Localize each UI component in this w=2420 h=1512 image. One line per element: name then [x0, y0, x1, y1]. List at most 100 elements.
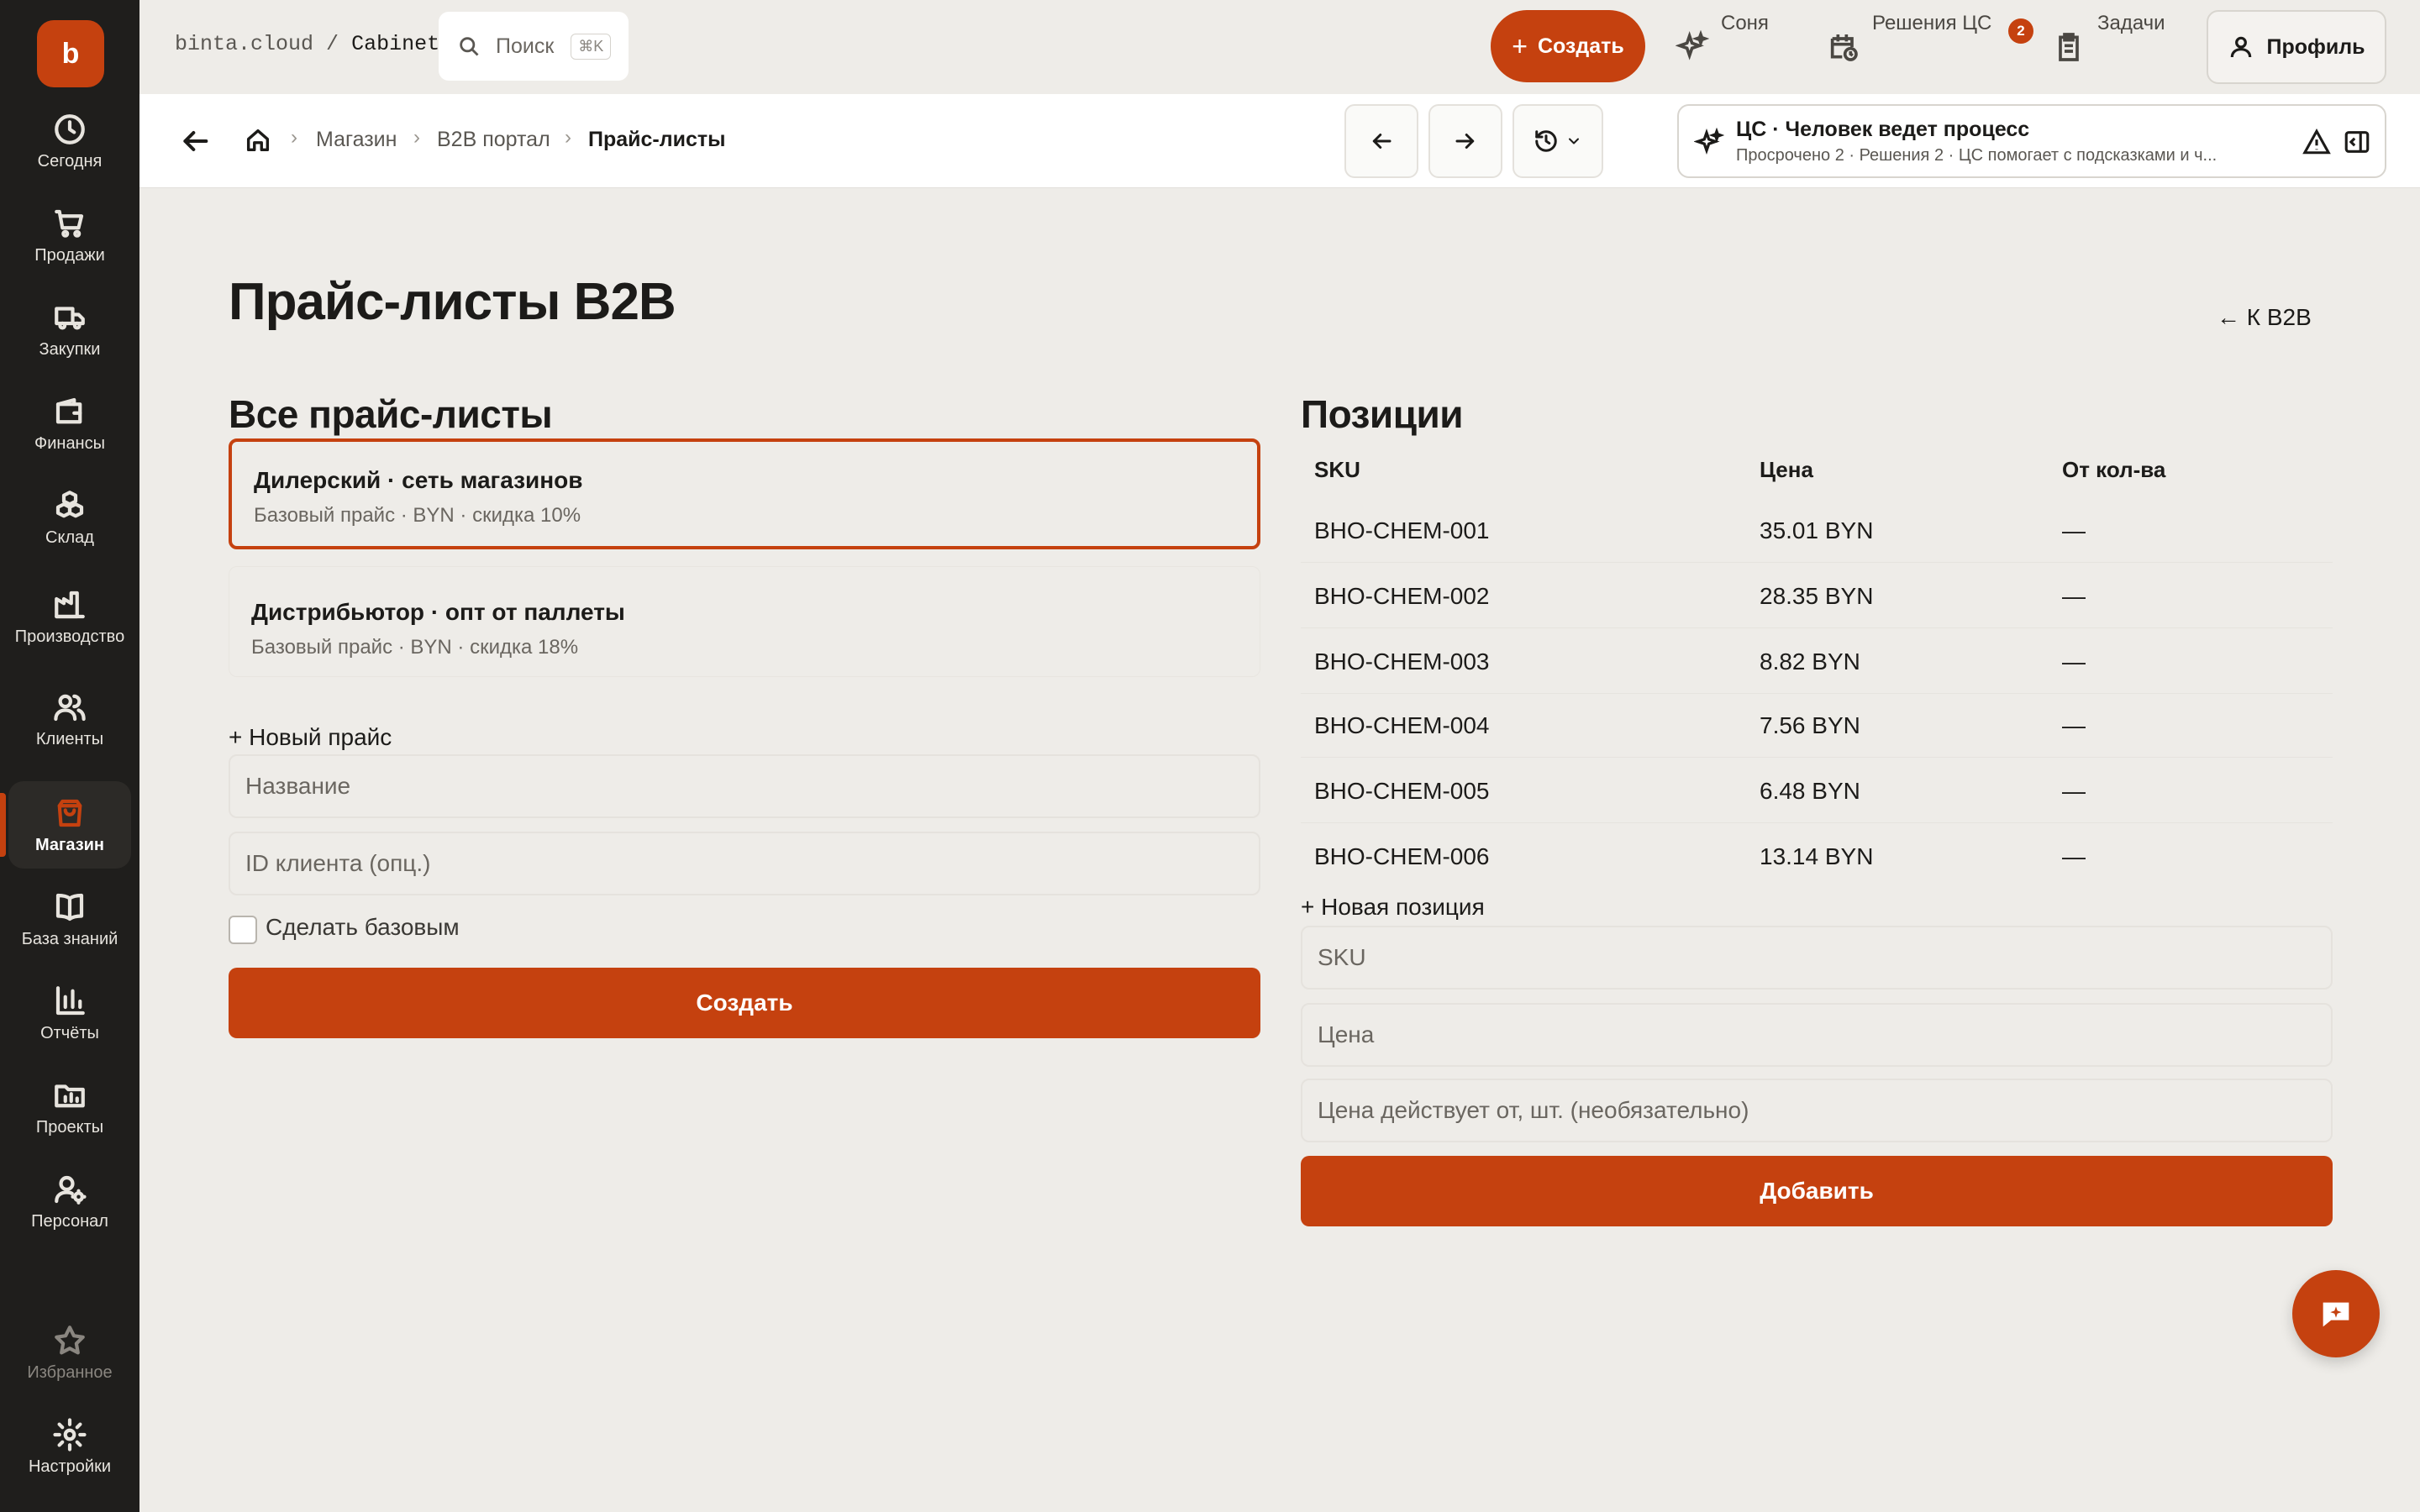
- chevron-down-icon: [1569, 138, 1579, 144]
- pricelist-meta: Базовый прайс · BYN · скидка 18%: [251, 636, 579, 659]
- sidebar-item-label: Сегодня: [37, 152, 103, 171]
- sidebar-item-warehouse[interactable]: Склад: [8, 474, 131, 561]
- create-pricelist-button[interactable]: Создать: [229, 968, 1260, 1038]
- pricelist-name: Дилерский · сеть магазинов: [254, 467, 583, 493]
- notification-badge: 2: [2008, 18, 2033, 44]
- sidebar-item-knowledge[interactable]: База знаний: [8, 875, 131, 963]
- sonya-button[interactable]: Соня: [1676, 10, 1769, 86]
- make-base-label[interactable]: Сделать базовым: [266, 914, 460, 941]
- sidebar-item-settings[interactable]: Настройки: [8, 1403, 131, 1490]
- breadcrumb-home[interactable]: [244, 126, 272, 155]
- user-icon: [2231, 36, 2252, 58]
- sidebar-item-projects[interactable]: Проекты: [8, 1063, 131, 1151]
- sku-field[interactable]: SKU: [1301, 926, 2333, 990]
- sku-cell: BHO-CHEM-001: [1314, 517, 1490, 543]
- create-button-label: Создать: [1537, 34, 1624, 58]
- sidebar-item-reports[interactable]: Отчёты: [8, 969, 131, 1057]
- sidebar-item-finance[interactable]: Финансы: [8, 380, 131, 467]
- table-row[interactable]: BHO-CHEM-004 7.56 BYN —: [1301, 694, 2333, 758]
- book-icon: [55, 893, 84, 921]
- breadcrumb-item-current: Прайс-листы: [588, 128, 726, 151]
- pricelist-meta: Базовый прайс · BYN · скидка 10%: [254, 504, 581, 527]
- history-forward-button[interactable]: [1428, 104, 1502, 178]
- sidebar-item-production[interactable]: Производство: [8, 573, 131, 660]
- warning-icon[interactable]: [2302, 128, 2331, 156]
- sidebar-item-sales[interactable]: Продажи: [8, 192, 131, 279]
- sidebar-item-staff[interactable]: Персонал: [8, 1158, 131, 1245]
- pricelists-title: Все прайс-листы: [229, 392, 553, 436]
- chevron-right-icon: ›: [291, 126, 297, 149]
- sidebar-item-shop[interactable]: Магазин: [0, 781, 131, 869]
- price-cell: 13.14 BYN: [1760, 843, 1874, 869]
- panel-toggle-icon[interactable]: [2343, 128, 2371, 156]
- arrow-right-icon: [1455, 134, 1475, 149]
- field-placeholder: Цена: [1318, 1021, 1375, 1047]
- history-menu-button[interactable]: [1512, 104, 1603, 178]
- client-id-field[interactable]: ID клиента (опц.): [229, 832, 1260, 895]
- sku-cell: BHO-CHEM-004: [1314, 712, 1490, 738]
- back-to-b2b-link[interactable]: ← К B2B: [2217, 304, 2312, 331]
- minqty-cell: —: [2062, 778, 2086, 804]
- pricelist-name-field[interactable]: Название: [229, 754, 1260, 818]
- profile-label: Профиль: [2266, 34, 2365, 59]
- back-button[interactable]: [178, 124, 212, 158]
- pricelist-name: Дистрибьютор · опт от паллеты: [251, 599, 625, 625]
- sidebar-item-label: База знаний: [21, 930, 118, 948]
- history-icon: [1535, 130, 1557, 152]
- chevron-right-icon: ›: [413, 126, 420, 149]
- sku-cell: BHO-CHEM-006: [1314, 843, 1490, 869]
- workspace-path[interactable]: binta.cloud / Cabinet: [175, 32, 439, 56]
- app-logo[interactable]: b: [37, 20, 104, 87]
- pricelist-item[interactable]: Дистрибьютор · опт от паллеты Базовый пр…: [229, 566, 1260, 677]
- cs-status-panel[interactable]: ЦС · Человек ведет процесс Просрочено 2 …: [1677, 104, 2386, 178]
- price-cell: 8.82 BYN: [1760, 648, 1860, 675]
- minqty-cell: —: [2062, 648, 2086, 675]
- folder-chart-icon: [55, 1084, 85, 1108]
- tasks-button[interactable]: Задачи: [2052, 10, 2165, 86]
- price-cell: 28.35 BYN: [1760, 583, 1874, 609]
- sidebar-item-label: Производство: [14, 627, 125, 646]
- sidebar-item-label: Финансы: [34, 434, 105, 453]
- search-input[interactable]: Поиск ⌘K: [439, 12, 629, 81]
- column-header-price: Цена: [1760, 457, 1813, 482]
- table-row[interactable]: BHO-CHEM-006 13.14 BYN —: [1301, 825, 2333, 889]
- sidebar-item-favorites[interactable]: Избранное: [8, 1309, 131, 1396]
- chat-fab-button[interactable]: [2292, 1270, 2380, 1357]
- clock-icon: [55, 114, 85, 144]
- sidebar-item-label: Отчёты: [40, 1024, 99, 1042]
- breadcrumb-item-shop[interactable]: Магазин: [316, 128, 397, 152]
- cs-decisions-button[interactable]: Решения ЦС 2: [1827, 10, 2033, 86]
- min-quantity-field[interactable]: Цена действует от, шт. (необязательно): [1301, 1079, 2333, 1142]
- plus-icon: +: [1512, 30, 1528, 61]
- profile-button[interactable]: Профиль: [2207, 10, 2386, 84]
- search-placeholder: Поиск: [496, 34, 555, 58]
- workspace-name: Cabinet: [351, 32, 440, 56]
- table-row[interactable]: BHO-CHEM-001 35.01 BYN —: [1301, 499, 2333, 563]
- breadcrumb-item-b2b[interactable]: B2B портал: [437, 128, 550, 152]
- sidebar-item-label: Настройки: [28, 1457, 112, 1476]
- history-back-button[interactable]: [1344, 104, 1418, 178]
- home-icon: [246, 129, 270, 152]
- sidebar-item-clients[interactable]: Клиенты: [8, 675, 131, 763]
- calendar-clock-icon: [1830, 34, 1858, 61]
- create-button[interactable]: + Создать: [1491, 10, 1645, 82]
- price-cell: 7.56 BYN: [1760, 712, 1860, 738]
- sku-cell: BHO-CHEM-005: [1314, 778, 1490, 804]
- arrow-left-icon: [1372, 134, 1392, 149]
- page-title: Прайс-листы B2B: [229, 273, 676, 331]
- sidebar-item-purchases[interactable]: Закупки: [8, 286, 131, 373]
- pricelist-item[interactable]: Дилерский · сеть магазинов Базовый прайс…: [229, 438, 1260, 549]
- factory-icon: [55, 591, 85, 619]
- new-position-label: + Новая позиция: [1301, 894, 1485, 920]
- table-row[interactable]: BHO-CHEM-005 6.48 BYN —: [1301, 759, 2333, 823]
- star-icon: [55, 1326, 85, 1355]
- price-field[interactable]: Цена: [1301, 1003, 2333, 1067]
- table-row[interactable]: BHO-CHEM-002 28.35 BYN —: [1301, 564, 2333, 628]
- search-shortcut: ⌘K: [571, 33, 612, 60]
- table-row[interactable]: BHO-CHEM-003 8.82 BYN —: [1301, 630, 2333, 694]
- make-base-checkbox[interactable]: [229, 916, 257, 944]
- add-position-button[interactable]: Добавить: [1301, 1156, 2333, 1226]
- cs-panel-subtitle: Просрочено 2 · Решения 2 · ЦС помогает с…: [1736, 146, 2217, 165]
- field-placeholder: ID клиента (опц.): [245, 850, 431, 876]
- sidebar-item-today[interactable]: Сегодня: [8, 97, 131, 185]
